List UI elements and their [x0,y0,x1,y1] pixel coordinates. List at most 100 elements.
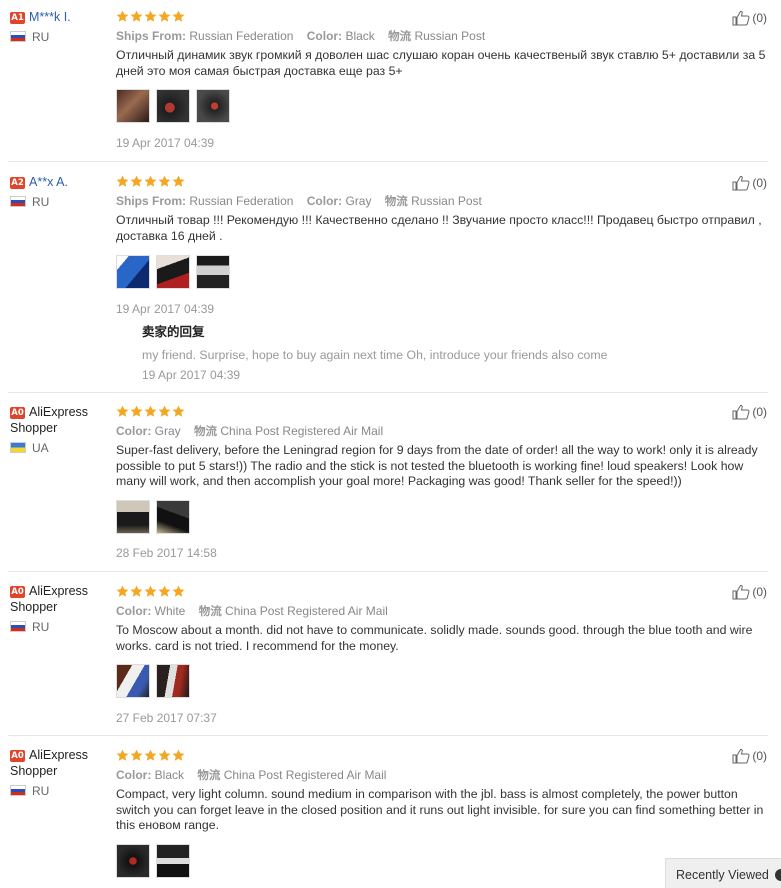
buyer-country: RU [10,30,110,44]
star-icon [130,175,143,187]
chevron-icon [774,869,781,881]
review-photos [116,664,766,698]
star-icon [172,405,185,417]
seller-reply-title: 卖家的回复 [142,324,205,339]
seller-reply-date: 19 Apr 2017 04:39 [142,368,241,382]
star-icon [158,585,171,597]
review-photo-thumb[interactable] [156,664,190,698]
order-meta: Color: Gray 物流 China Post Registered Air… [116,424,384,438]
review-date: 19 Apr 2017 04:39 [116,302,215,316]
review-photo-thumb[interactable] [116,255,150,289]
buyer-name-link[interactable]: M***k I. [29,10,71,24]
review-date: 19 Apr 2017 04:39 [116,136,215,150]
review-photo-thumb[interactable] [196,255,230,289]
review-text: Отличный товар !!! Рекомендую !!! Качест… [116,213,762,243]
star-rating [116,175,766,189]
review-text: To Moscow about a month. did not have to… [116,623,753,653]
review-date: 28 Feb 2017 14:58 [116,545,217,560]
star-icon [158,175,171,187]
star-rating [116,405,766,419]
seller-reply-text: my friend. Surprise, hope to buy again n… [142,348,608,362]
star-icon [130,405,143,417]
review-photo-thumb[interactable] [116,843,150,878]
buyer-level-badge: A1 [10,12,25,24]
star-icon [172,175,185,187]
buyer-info: A2 A**x A. RU [10,174,110,209]
review-divider [8,571,768,572]
review-divider [8,392,768,393]
review-photos [116,255,766,289]
russia-flag-icon [10,621,26,632]
buyer-level-badge: A0 [10,407,25,419]
russia-flag-icon [10,31,26,42]
buyer-info: A1 M***k I. RU [10,9,110,44]
review-divider [8,735,768,736]
review-text: Super-fast delivery, before the Leningra… [116,443,758,488]
thumbs-up-icon [732,404,750,420]
star-icon [116,749,129,761]
star-icon [116,175,129,187]
review-photos [116,89,766,123]
star-icon [144,405,157,417]
review-photo-thumb[interactable] [116,664,150,698]
review-photos [116,499,766,534]
star-icon [116,585,129,597]
star-icon [116,10,129,22]
review-date: 27 Feb 2017 07:37 [116,711,217,725]
review-text: Compact, very light column. sound medium… [116,787,764,832]
star-rating [116,585,766,599]
star-rating [116,10,766,24]
star-icon [130,749,143,761]
buyer-level-badge: A0 [10,750,25,762]
star-icon [172,585,185,597]
russia-flag-icon [10,785,26,796]
star-icon [158,749,171,761]
buyer-country: UA [10,441,110,455]
thumbs-up-icon [732,584,750,600]
helpful-button[interactable]: (0) [732,175,767,191]
ukraine-flag-icon [10,442,26,453]
review-photo-thumb[interactable] [116,89,150,123]
review-photo-thumb[interactable] [156,499,190,534]
review-photo-thumb[interactable] [196,89,230,123]
seller-reply: 卖家的回复 my friend. Surprise, hope to buy a… [142,321,762,382]
star-icon [130,585,143,597]
order-meta: Ships From: Russian Federation Color: Bl… [116,29,486,43]
thumbs-up-icon [732,748,750,764]
star-icon [172,749,185,761]
review-photo-thumb[interactable] [156,89,190,123]
buyer-info: A0 AliExpress Shopper RU [10,583,110,634]
buyer-level-badge: A0 [10,586,25,598]
star-icon [158,405,171,417]
star-icon [116,405,129,417]
buyer-country: RU [10,784,110,798]
star-icon [144,10,157,22]
review-photo-thumb[interactable] [156,255,190,289]
order-meta: Color: White 物流 China Post Registered Ai… [116,604,388,618]
order-meta: Ships From: Russian Federation Color: Gr… [116,194,482,208]
helpful-button[interactable]: (0) [732,10,767,26]
review-photo-thumb[interactable] [156,843,190,878]
thumbs-up-icon [732,175,750,191]
recently-viewed-tab[interactable]: Recently Viewed [665,858,781,888]
star-icon [172,10,185,22]
star-icon [158,10,171,22]
review-text: Отличный динамик звук громкий я доволен … [116,48,766,78]
buyer-country: RU [10,620,110,634]
star-rating [116,749,766,763]
thumbs-up-icon [732,10,750,26]
helpful-button[interactable]: (0) [732,748,767,764]
buyer-name-link[interactable]: A**x A. [29,175,68,189]
buyer-info: A0 AliExpress Shopper RU [10,747,110,798]
russia-flag-icon [10,196,26,207]
star-icon [144,749,157,761]
buyer-country: RU [10,195,110,209]
review-photo-thumb[interactable] [116,499,150,534]
buyer-info: A0 AliExpress Shopper UA [10,404,110,455]
helpful-button[interactable]: (0) [732,404,767,420]
star-icon [130,10,143,22]
order-meta: Color: Black 物流 China Post Registered Ai… [116,768,387,782]
helpful-button[interactable]: (0) [732,584,767,600]
star-icon [144,585,157,597]
star-icon [144,175,157,187]
